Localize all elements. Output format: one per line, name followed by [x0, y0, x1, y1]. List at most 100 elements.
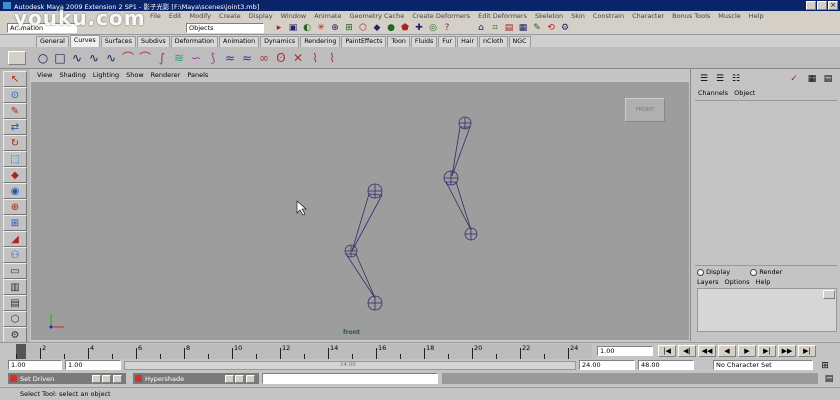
- close-small-button[interactable]: [246, 375, 255, 383]
- layer-menu-layers[interactable]: Layers: [697, 278, 719, 286]
- end-range-field[interactable]: 24.00: [579, 360, 635, 370]
- auto-key-icon[interactable]: ⊞: [818, 359, 832, 373]
- new-layer-button[interactable]: [823, 290, 835, 299]
- minimize-button[interactable]: [806, 1, 816, 10]
- four-view-layout-icon[interactable]: ▥: [3, 279, 27, 295]
- start-range-field[interactable]: 1.00: [65, 360, 121, 370]
- wavy-curve-icon[interactable]: ≈: [240, 51, 254, 65]
- channels-menu[interactable]: Channels: [698, 89, 728, 97]
- select-by-object-type-icon[interactable]: ▣: [286, 21, 300, 35]
- hypershade-layout-icon[interactable]: ⬡: [3, 311, 27, 327]
- shelf-tab-ncloth[interactable]: nCloth: [479, 36, 508, 47]
- select-by-hierarchy-icon[interactable]: ▸: [272, 21, 286, 35]
- layer-menu-options[interactable]: Options: [725, 278, 750, 286]
- menu-constrain[interactable]: Constrain: [593, 12, 624, 20]
- step-forward-key-icon[interactable]: ▶▶: [778, 345, 796, 357]
- channel-box-icon[interactable]: ☷: [729, 72, 743, 86]
- panel-menu-panels[interactable]: Panels: [187, 71, 208, 79]
- attach-curve-icon[interactable]: ⌇: [308, 51, 322, 65]
- lock-selection-icon[interactable]: ◎: [426, 21, 440, 35]
- select-joints-icon[interactable]: ⊕: [328, 21, 342, 35]
- start-time-field[interactable]: 1.00: [8, 360, 62, 370]
- time-slider[interactable]: 2 4 6 8 10 12 14 16 18 20 22 24: [16, 344, 592, 359]
- select-by-component-icon[interactable]: ◐: [300, 21, 314, 35]
- select-rendering-icon[interactable]: ⬟: [398, 21, 412, 35]
- menu-edit-deformers[interactable]: Edit Deformers: [478, 12, 527, 20]
- menu-help[interactable]: Help: [749, 12, 764, 20]
- menu-character[interactable]: Character: [632, 12, 664, 20]
- select-deformations-icon[interactable]: ◆: [370, 21, 384, 35]
- menu-file[interactable]: File: [150, 12, 161, 20]
- layer-menu-help[interactable]: Help: [756, 278, 771, 286]
- square-curve-icon[interactable]: □: [53, 51, 67, 65]
- select-tool-icon[interactable]: ↖: [3, 71, 27, 87]
- detach-curve-icon[interactable]: ⌇: [325, 51, 339, 65]
- render-settings-icon[interactable]: ⚙: [558, 21, 572, 35]
- play-forwards-icon[interactable]: ▶: [738, 345, 756, 357]
- layout-options-icon[interactable]: ⚙: [3, 327, 27, 343]
- paint-select-icon[interactable]: ✎: [3, 103, 27, 119]
- go-to-start-icon[interactable]: |◀: [658, 345, 676, 357]
- key-icon[interactable]: ✓: [787, 72, 801, 86]
- menu-window[interactable]: Window: [281, 12, 307, 20]
- layout-icon[interactable]: ▦: [805, 72, 819, 86]
- last-tool-icon[interactable]: ⊞: [3, 215, 27, 231]
- menu-display[interactable]: Display: [249, 12, 273, 20]
- current-frame-field[interactable]: 1.00: [597, 346, 653, 356]
- shelf-tab-general[interactable]: General: [36, 36, 69, 47]
- select-curves-icon[interactable]: ⊞: [342, 21, 356, 35]
- select-misc-icon[interactable]: ✚: [412, 21, 426, 35]
- character-set-dropdown[interactable]: No Character Set: [713, 360, 813, 370]
- go-to-end-icon[interactable]: ▶|: [798, 345, 816, 357]
- panel-menu-view[interactable]: View: [37, 71, 52, 79]
- soft-mod-icon[interactable]: ◉: [3, 183, 27, 199]
- shelf-tab-hair[interactable]: Hair: [457, 36, 479, 47]
- options-icon[interactable]: ▤: [821, 72, 835, 86]
- universal-manipulator-icon[interactable]: ◆: [3, 167, 27, 183]
- pencil-curve-icon[interactable]: ∿: [104, 51, 118, 65]
- select-dynamics-icon[interactable]: ●: [384, 21, 398, 35]
- wave-curve-icon[interactable]: ≈: [223, 51, 237, 65]
- menu-animate[interactable]: Animate: [314, 12, 341, 20]
- viewport[interactable]: FRONT front: [31, 82, 689, 340]
- spiral-icon[interactable]: ʘ: [274, 51, 288, 65]
- menu-skeleton[interactable]: Skeleton: [535, 12, 563, 20]
- show-manipulator-icon[interactable]: ⊕: [3, 199, 27, 215]
- restore-button[interactable]: [92, 375, 101, 383]
- play-backwards-icon[interactable]: ◀: [718, 345, 736, 357]
- persp-outliner-layout-icon[interactable]: ▤: [3, 295, 27, 311]
- step-back-frame-icon[interactable]: ◀◀: [698, 345, 716, 357]
- render-icon[interactable]: ✎: [530, 21, 544, 35]
- current-time-indicator[interactable]: [16, 344, 26, 359]
- display-radio[interactable]: [697, 268, 704, 276]
- rotate-tool-icon[interactable]: ↻: [3, 135, 27, 151]
- ipr-icon[interactable]: ⟲: [544, 21, 558, 35]
- close-button[interactable]: ×: [828, 1, 838, 10]
- panel-menu-show[interactable]: Show: [126, 71, 144, 79]
- menu-edit[interactable]: Edit: [169, 12, 182, 20]
- shelf-tab-painteffects[interactable]: PaintEffects: [341, 36, 387, 47]
- move-tool-icon[interactable]: ⇄: [3, 119, 27, 135]
- menu-geometry-cache[interactable]: Geometry Cache: [350, 12, 405, 20]
- restore-button[interactable]: [225, 375, 234, 383]
- single-perspective-layout-icon[interactable]: ▭: [3, 263, 27, 279]
- object-menu[interactable]: Object: [734, 89, 755, 97]
- arc-icon[interactable]: ⌒: [121, 51, 135, 65]
- shelf-tab-toon[interactable]: Toon: [387, 36, 410, 47]
- scale-tool-icon[interactable]: ⬚: [3, 151, 27, 167]
- taskbar-item-set-driven[interactable]: Set Driven: [8, 373, 126, 384]
- menu-skin[interactable]: Skin: [571, 12, 585, 20]
- cross-curve-icon[interactable]: ✕: [291, 51, 305, 65]
- curve-edit-icon[interactable]: ∫: [155, 51, 169, 65]
- menu-create-deformers[interactable]: Create Deformers: [412, 12, 470, 20]
- close-small-button[interactable]: [113, 375, 122, 383]
- shelf-tab-curves[interactable]: Curves: [69, 35, 100, 47]
- panel-menu-renderer[interactable]: Renderer: [151, 71, 181, 79]
- snap-to-curve-icon[interactable]: ⌗: [488, 21, 502, 35]
- selection-mode-dropdown[interactable]: Objects: [186, 23, 264, 33]
- maximize-small-button[interactable]: [102, 375, 111, 383]
- panel-menu-shading[interactable]: Shading: [59, 71, 85, 79]
- rebuild-curve-icon[interactable]: ∽: [189, 51, 203, 65]
- snap-to-point-icon[interactable]: ▤: [502, 21, 516, 35]
- select-handles-icon[interactable]: ✳: [314, 21, 328, 35]
